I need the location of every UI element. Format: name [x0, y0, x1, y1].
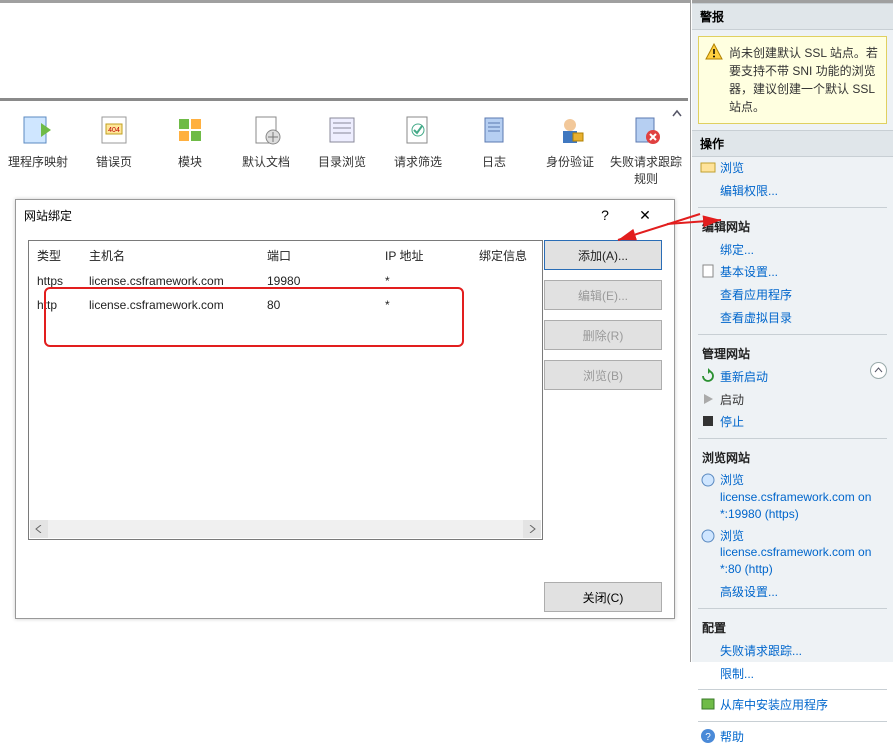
action-advanced-settings[interactable]: 高级设置... — [692, 581, 893, 604]
action-browse-http-label[interactable]: 浏览 — [692, 526, 893, 545]
action-browse-https-label[interactable]: 浏览 — [692, 470, 893, 489]
section-edit-site: 编辑网站 — [692, 212, 893, 239]
action-browse-http[interactable]: license.csframework.com on *:80 (http) — [692, 544, 893, 581]
dialog-help-button[interactable]: ? — [586, 207, 624, 223]
action-limits[interactable]: 限制... — [692, 663, 893, 686]
restart-icon — [700, 368, 716, 384]
binding-row[interactable]: http license.csframework.com 80 * — [29, 293, 542, 317]
request-filter-icon — [401, 113, 435, 147]
content-area: 理程序映射 404 错误页 模块 默认文档 目录浏览 — [0, 0, 691, 662]
scroll-up-indicator[interactable] — [670, 107, 684, 121]
action-failed-request-tracing[interactable]: 失败请求跟踪... — [692, 640, 893, 663]
scroll-left-button[interactable] — [30, 520, 48, 538]
add-binding-button[interactable]: 添加(A)... — [544, 240, 662, 270]
modules-icon — [173, 113, 207, 147]
tool-directory-browsing[interactable]: 目录浏览 — [304, 113, 380, 170]
action-explore[interactable]: 浏览 — [692, 157, 893, 180]
dialog-titlebar: 网站绑定 ? ✕ — [16, 200, 674, 230]
tool-authentication[interactable]: 身份验证 — [532, 113, 608, 170]
action-install-from-gallery[interactable]: 从库中安装应用程序 — [692, 694, 893, 717]
action-view-applications[interactable]: 查看应用程序 — [692, 284, 893, 307]
binding-row[interactable]: https license.csframework.com 19980 * — [29, 269, 542, 293]
site-bindings-dialog: 网站绑定 ? ✕ 类型 主机名 端口 IP 地址 绑定信息 https lice… — [15, 199, 675, 619]
bindings-table[interactable]: 类型 主机名 端口 IP 地址 绑定信息 https license.csfra… — [28, 240, 543, 540]
browse-binding-button: 浏览(B) — [544, 360, 662, 390]
tool-error-pages[interactable]: 404 错误页 — [76, 113, 152, 170]
log-icon — [477, 113, 511, 147]
action-bindings[interactable]: 绑定... — [692, 239, 893, 262]
bindings-header-row: 类型 主机名 端口 IP 地址 绑定信息 — [29, 241, 542, 269]
dir-browse-icon — [325, 113, 359, 147]
failed-trace-icon — [629, 113, 663, 147]
col-host[interactable]: 主机名 — [89, 247, 267, 264]
help-icon: ? — [700, 728, 716, 744]
section-configure: 配置 — [692, 613, 893, 640]
action-help[interactable]: ? 帮助 — [692, 726, 893, 749]
col-ip[interactable]: IP 地址 — [385, 247, 479, 264]
tool-logging[interactable]: 日志 — [456, 113, 532, 170]
tool-modules[interactable]: 模块 — [152, 113, 228, 170]
tool-request-filtering[interactable]: 请求筛选 — [380, 113, 456, 170]
edit-binding-button: 编辑(E)... — [544, 280, 662, 310]
document-icon — [700, 263, 716, 279]
action-restart[interactable]: 重新启动 — [692, 366, 893, 389]
col-port[interactable]: 端口 — [267, 247, 385, 264]
handler-icon — [21, 113, 55, 147]
dialog-close-button[interactable]: ✕ — [624, 207, 666, 224]
tool-label: 失败请求跟踪规则 — [608, 153, 684, 187]
tool-label: 日志 — [482, 153, 506, 170]
action-edit-permissions[interactable]: 编辑权限... — [692, 180, 893, 203]
tool-default-document[interactable]: 默认文档 — [228, 113, 304, 170]
actions-panel: 警报 尚未创建默认 SSL 站点。若要支持不带 SNI 功能的浏览器，建议创建一… — [692, 0, 893, 662]
actions-header: 操作 — [692, 130, 893, 157]
play-icon — [700, 391, 716, 407]
tool-label: 错误页 — [96, 153, 132, 170]
feature-icons-toolbar: 理程序映射 404 错误页 模块 默认文档 目录浏览 — [0, 98, 688, 188]
warning-icon — [705, 43, 723, 61]
col-type[interactable]: 类型 — [37, 247, 89, 264]
tool-label: 身份验证 — [546, 153, 594, 170]
action-stop[interactable]: 停止 — [692, 411, 893, 434]
remove-binding-button: 删除(R) — [544, 320, 662, 350]
tool-failed-request-tracing[interactable]: 失败请求跟踪规则 — [608, 113, 684, 187]
dialog-title: 网站绑定 — [24, 207, 586, 224]
svg-text:404: 404 — [108, 127, 120, 134]
auth-icon — [553, 113, 587, 147]
horizontal-scrollbar[interactable] — [30, 520, 541, 538]
globe-icon — [700, 528, 716, 544]
col-bind[interactable]: 绑定信息 — [479, 247, 539, 264]
action-start: 启动 — [692, 389, 893, 412]
scroll-right-button[interactable] — [523, 520, 541, 538]
alert-text: 尚未创建默认 SSL 站点。若要支持不带 SNI 功能的浏览器，建议创建一个默认… — [729, 46, 878, 114]
section-browse-site: 浏览网站 — [692, 443, 893, 470]
alerts-header: 警报 — [692, 3, 893, 30]
svg-text:?: ? — [705, 732, 711, 743]
tool-label: 默认文档 — [242, 153, 290, 170]
globe-icon — [700, 472, 716, 488]
tool-label: 模块 — [178, 153, 202, 170]
tool-label: 目录浏览 — [318, 153, 366, 170]
close-dialog-button[interactable]: 关闭(C) — [544, 582, 662, 612]
ssl-alert: 尚未创建默认 SSL 站点。若要支持不带 SNI 功能的浏览器，建议创建一个默认… — [698, 36, 887, 124]
tool-label: 理程序映射 — [8, 153, 68, 170]
folder-open-icon — [700, 159, 716, 175]
action-basic-settings[interactable]: 基本设置... — [692, 261, 893, 284]
default-doc-icon — [249, 113, 283, 147]
tool-label: 请求筛选 — [394, 153, 442, 170]
error-page-icon: 404 — [97, 113, 131, 147]
action-view-virtual-dirs[interactable]: 查看虚拟目录 — [692, 307, 893, 330]
dialog-button-column: 添加(A)... 编辑(E)... 删除(R) 浏览(B) — [544, 240, 662, 390]
action-browse-https[interactable]: license.csframework.com on *:19980 (http… — [692, 489, 893, 526]
stop-icon — [700, 413, 716, 429]
section-manage-site: 管理网站 — [692, 339, 893, 366]
gallery-icon — [700, 696, 716, 712]
tool-handler-mappings[interactable]: 理程序映射 — [0, 113, 76, 170]
